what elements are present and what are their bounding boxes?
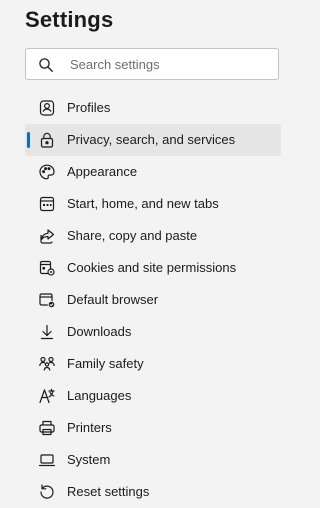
default-browser-icon: [38, 291, 56, 309]
language-icon: [38, 387, 56, 405]
sidebar-item-appearance[interactable]: Appearance: [25, 156, 281, 188]
sidebar-item-share-copy-paste[interactable]: Share, copy and paste: [25, 220, 281, 252]
home-tabs-icon: [38, 195, 56, 213]
sidebar-item-label: System: [67, 452, 111, 467]
sidebar-item-label: Share, copy and paste: [67, 228, 198, 243]
download-icon: [38, 323, 56, 341]
lock-icon: [38, 131, 56, 149]
sidebar-item-printers[interactable]: Printers: [25, 412, 281, 444]
sidebar-item-reset-settings[interactable]: Reset settings: [25, 476, 281, 508]
selected-indicator: [27, 132, 30, 148]
sidebar-item-label: Downloads: [67, 324, 132, 339]
sidebar-item-family-safety[interactable]: Family safety: [25, 348, 281, 380]
sidebar-item-start-home-tabs[interactable]: Start, home, and new tabs: [25, 188, 281, 220]
search-input[interactable]: [70, 49, 270, 79]
sidebar-item-label: Profiles: [67, 100, 111, 115]
sidebar-item-languages[interactable]: Languages: [25, 380, 281, 412]
printer-icon: [38, 419, 56, 437]
share-icon: [38, 227, 56, 245]
sidebar-item-profiles[interactable]: Profiles: [25, 92, 281, 124]
sidebar-item-label: Cookies and site permissions: [67, 260, 237, 275]
settings-nav: Profiles Privacy, search, and services A…: [25, 92, 281, 508]
palette-icon: [38, 163, 56, 181]
sidebar-item-label: Printers: [67, 420, 112, 435]
sidebar-item-default-browser[interactable]: Default browser: [25, 284, 281, 316]
sidebar-item-privacy[interactable]: Privacy, search, and services: [25, 124, 281, 156]
reset-icon: [38, 483, 56, 501]
family-icon: [38, 355, 56, 373]
sidebar-item-cookies-permissions[interactable]: Cookies and site permissions: [25, 252, 281, 284]
sidebar-item-label: Reset settings: [67, 484, 150, 499]
sidebar-item-downloads[interactable]: Downloads: [25, 316, 281, 348]
page-title: Settings: [25, 7, 114, 32]
profile-icon: [38, 99, 56, 117]
search-icon: [38, 57, 54, 73]
cookies-permissions-icon: [38, 259, 56, 277]
search-box[interactable]: [25, 48, 279, 80]
sidebar-item-label: Languages: [67, 388, 132, 403]
sidebar-item-system[interactable]: System: [25, 444, 281, 476]
sidebar-item-label: Appearance: [67, 164, 138, 179]
sidebar-item-label: Default browser: [67, 292, 159, 307]
sidebar-item-label: Family safety: [67, 356, 144, 371]
sidebar-item-label: Privacy, search, and services: [67, 132, 236, 147]
laptop-icon: [38, 451, 56, 469]
sidebar-item-label: Start, home, and new tabs: [67, 196, 219, 211]
